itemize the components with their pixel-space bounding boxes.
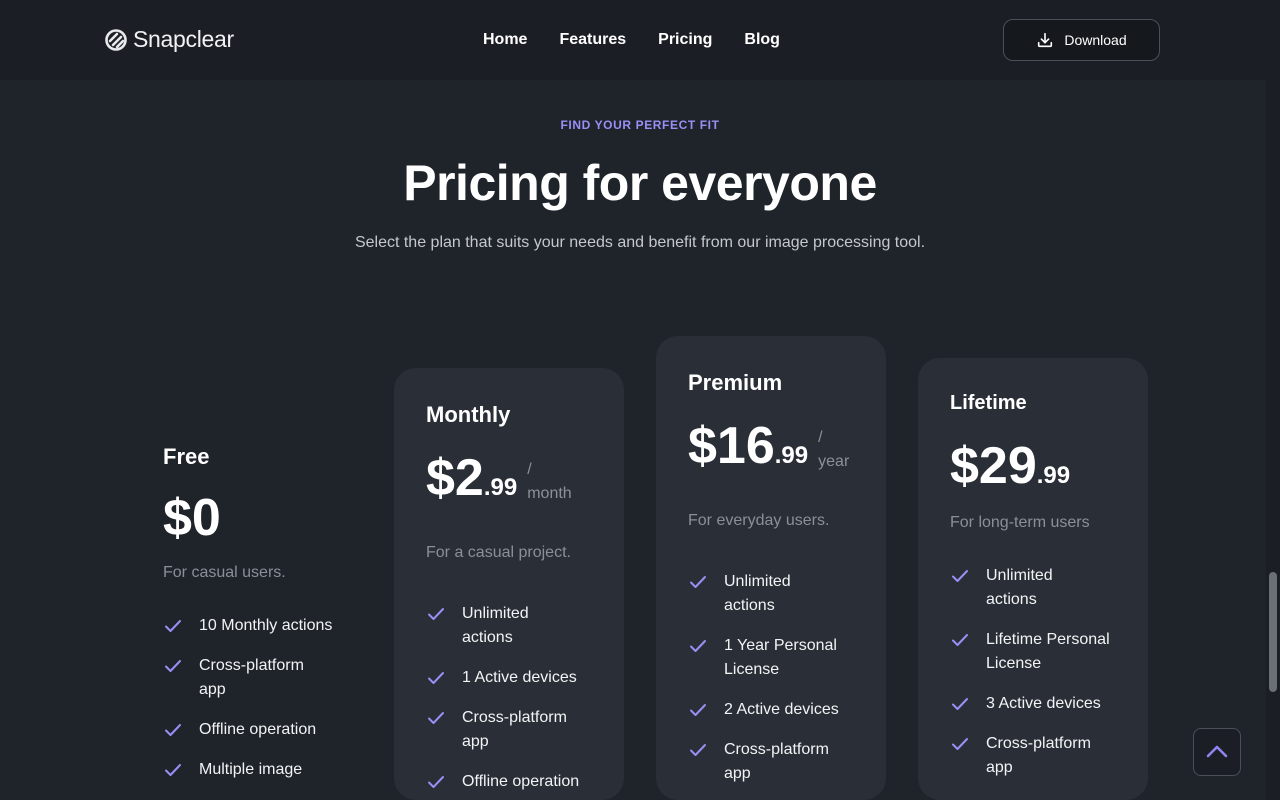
feature-text: Unlimited actions (462, 605, 529, 646)
main-nav: Home Features Pricing Blog (483, 31, 780, 49)
period-label: year (818, 453, 850, 470)
feature-text: 1 Active devices (462, 669, 577, 686)
feature-item: Cross-platform app (688, 738, 878, 786)
price-period: / month (527, 458, 571, 506)
nav-features[interactable]: Features (559, 31, 626, 49)
plan-description: For long-term users (950, 514, 1090, 531)
feature-list: Unlimited actions 1 Year Personal Licens… (688, 570, 878, 800)
feature-item: Unlimited actions (688, 570, 878, 618)
check-icon (952, 698, 968, 710)
feature-list: Unlimited actions 1 Active devices Cross… (426, 602, 616, 800)
site-header: Snapclear Home Features Pricing Blog Dow… (0, 0, 1266, 80)
feature-text: Lifetime Personal License (986, 631, 1110, 672)
feature-text: Unlimited actions (986, 567, 1053, 608)
period-label: month (527, 485, 572, 502)
feature-item: Unlimited actions (950, 564, 1140, 612)
plan-price: $29 .99 (950, 440, 1070, 492)
plan-description: For a casual project. (426, 544, 571, 561)
logo-icon (105, 28, 127, 51)
check-icon (428, 608, 444, 620)
feature-text: Cross-platform app (986, 735, 1091, 776)
plan-price: $2 .99 / month (426, 452, 572, 504)
plan-card-lifetime: Lifetime $29 .99 For long-term users Unl… (918, 358, 1148, 800)
check-icon (165, 764, 181, 776)
plan-card-monthly: Monthly $2 .99 / month For a casual proj… (394, 368, 624, 800)
feature-item: Offline operation (426, 770, 616, 794)
feature-text: Unlimited actions (724, 573, 791, 614)
check-icon (165, 660, 181, 672)
check-icon (690, 640, 706, 652)
scrollbar-thumb[interactable] (1269, 572, 1277, 692)
section-eyebrow: FIND YOUR PERFECT FIT (560, 118, 720, 132)
plan-price: $16 .99 / year (688, 420, 849, 472)
feature-item: 2 Active devices (688, 698, 878, 722)
check-icon (165, 620, 181, 632)
logo-text: Snapclear (133, 26, 234, 52)
feature-item: Offline operation (163, 718, 333, 742)
download-icon (1038, 32, 1053, 48)
plan-name: Monthly (426, 402, 511, 427)
price-main: $29 (950, 437, 1037, 495)
feature-text: Cross-platform app (462, 709, 567, 750)
nav-pricing[interactable]: Pricing (658, 31, 712, 49)
period-slash: / (818, 429, 823, 446)
plan-name: Free (163, 444, 210, 469)
plan-description: For everyday users. (688, 512, 830, 529)
price-period: / year (818, 426, 849, 474)
plan-card-free: Free $0 For casual users. 10 Monthly act… (131, 380, 361, 800)
plan-card-premium: Premium $16 .99 / year For everyday user… (656, 336, 886, 800)
period-slash: / (527, 461, 532, 478)
check-icon (428, 712, 444, 724)
plan-price: $0 (163, 492, 221, 544)
check-icon (690, 704, 706, 716)
nav-blog[interactable]: Blog (744, 31, 780, 49)
plan-name: Lifetime (950, 392, 1027, 414)
feature-text: 3 Active devices (986, 695, 1101, 712)
scroll-to-top-button[interactable] (1193, 728, 1241, 776)
check-icon (952, 570, 968, 582)
logo[interactable]: Snapclear (105, 26, 234, 53)
feature-text: 2 Active devices (724, 701, 839, 718)
price-cents: .99 (483, 474, 518, 501)
feature-item: Multiple image (163, 758, 333, 782)
feature-item: 3 Active devices (950, 692, 1140, 716)
feature-text: Offline operation (462, 773, 580, 790)
check-icon (690, 576, 706, 588)
feature-list: Unlimited actions Lifetime Personal Lice… (950, 564, 1140, 796)
check-icon (428, 672, 444, 684)
feature-text: Offline operation (199, 721, 317, 738)
feature-item: 1 Year Personal License (688, 634, 878, 682)
feature-item: Unlimited actions (426, 602, 616, 650)
feature-item: Cross-platform app (163, 654, 333, 702)
check-icon (428, 776, 444, 788)
check-icon (165, 724, 181, 736)
check-icon (952, 634, 968, 646)
feature-text: 1 Year Personal License (724, 637, 837, 678)
chevron-up-icon (1206, 745, 1228, 758)
feature-item: 1 Active devices (426, 666, 616, 690)
feature-text: Multiple image (199, 761, 303, 778)
download-label: Download (1064, 32, 1127, 48)
plan-description: For casual users. (163, 564, 286, 581)
check-icon (690, 744, 706, 756)
page-subtitle: Select the plan that suits your needs an… (354, 234, 926, 251)
feature-text: 10 Monthly actions (199, 617, 333, 634)
price-cents: .99 (774, 442, 809, 469)
feature-text: Cross-platform app (724, 741, 829, 782)
feature-list: 10 Monthly actions Cross-platform app Of… (163, 614, 333, 798)
feature-item: Lifetime Personal License (950, 628, 1140, 676)
feature-item: 10 Monthly actions (163, 614, 333, 638)
page-title: Pricing for everyone (403, 155, 877, 211)
feature-item: Cross-platform app (426, 706, 616, 754)
price-cents: .99 (1036, 462, 1071, 489)
price-main: $0 (163, 489, 221, 547)
nav-home[interactable]: Home (483, 31, 527, 49)
check-icon (952, 738, 968, 750)
price-main: $2 (426, 449, 484, 507)
feature-text: Cross-platform app (199, 657, 304, 698)
price-main: $16 (688, 417, 775, 475)
plan-name: Premium (688, 370, 783, 395)
feature-item: Cross-platform app (950, 732, 1140, 780)
download-button[interactable]: Download (1003, 19, 1160, 61)
